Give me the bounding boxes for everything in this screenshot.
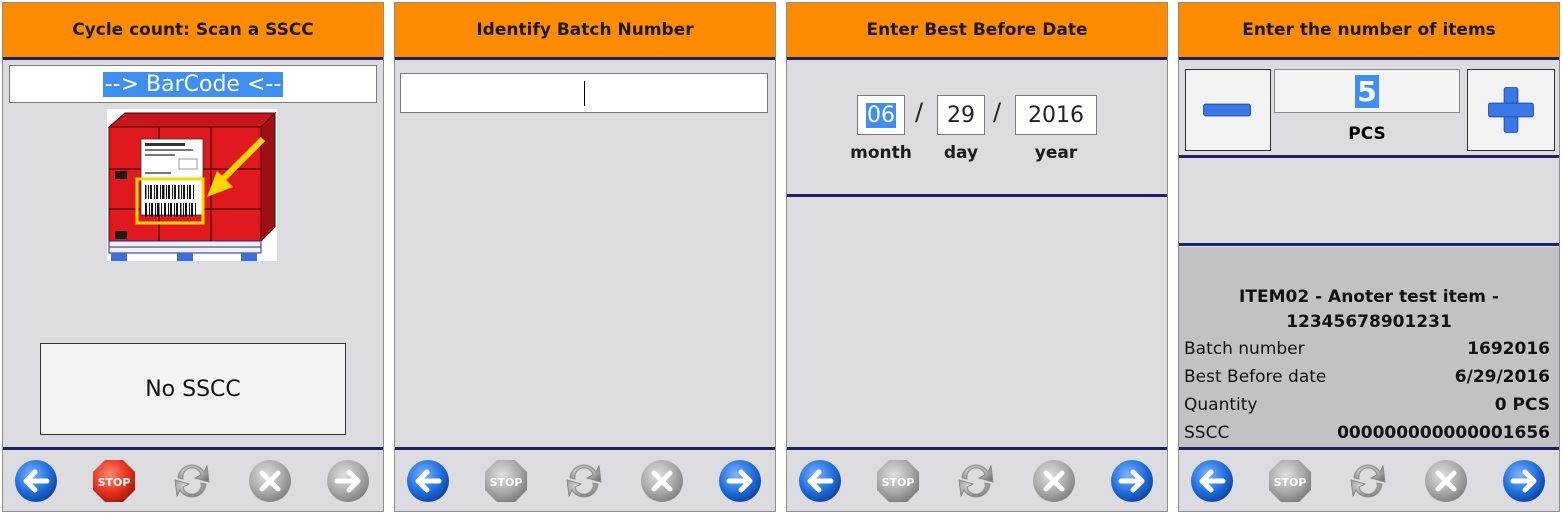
next-icon[interactable]	[1109, 458, 1155, 504]
detail-value: 000000000000001656	[1337, 423, 1550, 443]
date-separator: /	[993, 98, 1002, 126]
divider	[1179, 243, 1559, 246]
detail-value: 6/29/2016	[1454, 367, 1550, 387]
day-label: day	[943, 143, 979, 163]
divider	[787, 194, 1167, 197]
refresh-icon	[561, 458, 607, 504]
detail-value: 0 PCS	[1494, 395, 1550, 415]
page-title: Cycle count: Scan a SSCC	[3, 3, 383, 60]
refresh-icon	[953, 458, 999, 504]
quantity-input[interactable]: 5	[1274, 69, 1460, 113]
day-input[interactable]: 29	[937, 95, 985, 135]
detail-label: Quantity	[1184, 395, 1258, 415]
pallet-barcode-illustration	[107, 109, 277, 261]
next-icon[interactable]	[1501, 458, 1547, 504]
text-caret	[584, 81, 585, 106]
cancel-icon	[1031, 458, 1077, 504]
page-title: Enter Best Before Date	[787, 3, 1167, 60]
detail-row-batch: Batch number 1692016	[1184, 335, 1550, 363]
year-input[interactable]: 2016	[1015, 95, 1097, 135]
back-icon[interactable]	[1189, 458, 1235, 504]
cancel-icon	[1423, 458, 1469, 504]
panel-batch-number: Identify Batch Number STOP	[394, 2, 776, 512]
stop-icon: STOP	[1267, 458, 1313, 504]
svg-text:STOP: STOP	[490, 476, 523, 489]
stop-icon: STOP	[875, 458, 921, 504]
detail-row-quantity: Quantity 0 PCS	[1184, 391, 1550, 419]
refresh-icon	[169, 458, 215, 504]
svg-text:STOP: STOP	[1274, 476, 1307, 489]
item-ean-line: 12345678901231	[1286, 312, 1452, 332]
footer-toolbar: STOP	[395, 447, 775, 511]
item-description: ITEM02 - Anoter test item - 123456789012…	[1179, 285, 1559, 335]
back-icon[interactable]	[13, 458, 59, 504]
refresh-icon	[1345, 458, 1391, 504]
page-title: Identify Batch Number	[395, 3, 775, 60]
page-title: Enter the number of items	[1179, 3, 1559, 60]
cancel-icon	[247, 458, 293, 504]
plus-icon	[1488, 87, 1534, 133]
month-input[interactable]: 06	[857, 95, 905, 135]
year-label: year	[1034, 143, 1078, 163]
month-label: month	[850, 143, 912, 163]
detail-label: SSCC	[1184, 423, 1230, 443]
quantity-unit: PCS	[1348, 124, 1386, 144]
quantity-value: 5	[1355, 74, 1379, 108]
barcode-value: --> BarCode <--	[102, 71, 284, 97]
detail-row-sscc: SSCC 000000000000001656	[1184, 419, 1550, 447]
panel-scan-sscc: Cycle count: Scan a SSCC --> BarCode <--	[2, 2, 384, 512]
increment-button[interactable]	[1467, 69, 1555, 151]
panel-best-before-date: Enter Best Before Date 06 / 29 / 2016 mo…	[786, 2, 1168, 512]
footer-toolbar: STOP	[1179, 447, 1559, 511]
footer-toolbar: STOP	[787, 447, 1167, 511]
minus-icon	[1203, 103, 1251, 117]
footer-toolbar: STOP	[3, 447, 383, 511]
svg-text:STOP: STOP	[98, 476, 131, 489]
detail-label: Best Before date	[1184, 367, 1327, 387]
detail-row-best-before: Best Before date 6/29/2016	[1184, 363, 1550, 391]
no-sscc-button[interactable]: No SSCC	[40, 343, 346, 435]
divider	[1179, 155, 1559, 158]
decrement-button[interactable]	[1185, 69, 1271, 151]
barcode-input[interactable]: --> BarCode <--	[9, 65, 377, 103]
stop-icon: STOP	[483, 458, 529, 504]
next-icon[interactable]	[717, 458, 763, 504]
day-value: 29	[947, 102, 975, 128]
next-icon	[325, 458, 371, 504]
cancel-icon	[639, 458, 685, 504]
detail-label: Batch number	[1184, 339, 1305, 359]
panel-number-of-items: Enter the number of items 5 PCS ITEM02 -…	[1178, 2, 1560, 512]
svg-text:STOP: STOP	[882, 476, 915, 489]
item-title-line: ITEM02 - Anoter test item -	[1239, 287, 1499, 307]
back-icon[interactable]	[797, 458, 843, 504]
batch-number-input[interactable]	[400, 73, 768, 113]
item-summary: ITEM02 - Anoter test item - 123456789012…	[1179, 247, 1559, 449]
month-value: 06	[866, 102, 896, 128]
detail-value: 1692016	[1467, 339, 1550, 359]
back-icon[interactable]	[405, 458, 451, 504]
date-separator: /	[915, 98, 924, 126]
year-value: 2016	[1028, 102, 1084, 128]
stop-icon[interactable]: STOP	[91, 458, 137, 504]
